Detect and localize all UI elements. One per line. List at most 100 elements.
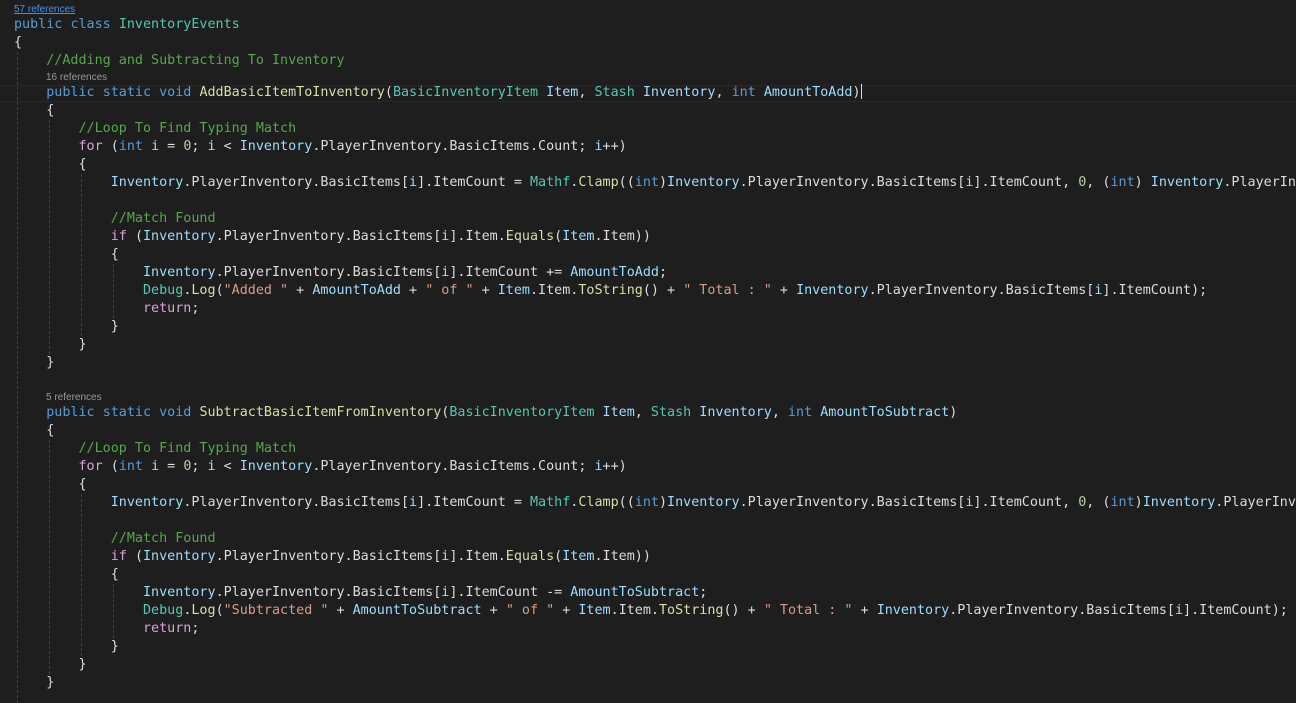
code-line[interactable]: { bbox=[14, 156, 86, 174]
punctuation-token bbox=[14, 459, 79, 474]
punctuation-token: < bbox=[215, 459, 240, 474]
keyword-token: int bbox=[731, 85, 764, 100]
identifier-token: i bbox=[594, 459, 603, 474]
code-line[interactable]: } bbox=[14, 656, 86, 674]
punctuation-token: } bbox=[14, 337, 87, 352]
punctuation-token: + bbox=[328, 603, 353, 618]
code-line[interactable]: if (Inventory.PlayerInventory.BasicItems… bbox=[14, 548, 651, 566]
code-line[interactable]: Inventory.PlayerInventory.BasicItems[i].… bbox=[14, 174, 1296, 192]
code-line[interactable]: { bbox=[14, 422, 54, 440]
class-references-codelens[interactable]: 57 references bbox=[14, 4, 75, 16]
identifier-token: Inventory bbox=[699, 405, 772, 420]
punctuation-token bbox=[14, 85, 46, 100]
code-line[interactable]: { bbox=[14, 476, 87, 494]
code-line[interactable]: //Loop To Find Typing Match bbox=[14, 120, 297, 138]
method-token: Equals bbox=[505, 549, 555, 564]
punctuation-token: ].ItemCount = bbox=[417, 495, 530, 510]
code-line[interactable]: //Loop To Find Typing Match bbox=[14, 440, 297, 458]
identifier-token: i bbox=[207, 139, 216, 154]
code-line[interactable]: { bbox=[14, 566, 119, 584]
punctuation-token: , ( bbox=[1086, 495, 1111, 510]
type-token: BasicInventoryItem bbox=[449, 405, 603, 420]
method-token: Log bbox=[191, 603, 216, 618]
code-line[interactable]: } bbox=[14, 638, 119, 656]
punctuation-token: ) bbox=[1134, 175, 1151, 190]
code-line[interactable]: } bbox=[14, 336, 87, 354]
method-token: Clamp bbox=[578, 175, 619, 190]
punctuation-token: = bbox=[159, 459, 184, 474]
punctuation-token bbox=[14, 603, 143, 618]
punctuation-token: } bbox=[14, 355, 55, 370]
method-token: ToString bbox=[659, 603, 724, 618]
identifier-token: Item bbox=[562, 549, 595, 564]
code-line[interactable]: for (int i = 0; i < Inventory.PlayerInve… bbox=[14, 138, 627, 156]
code-line[interactable]: return; bbox=[14, 620, 199, 638]
code-line[interactable]: for (int i = 0; i < Inventory.PlayerInve… bbox=[14, 458, 627, 476]
punctuation-token: } bbox=[14, 675, 55, 690]
code-editor[interactable]: 57 references 16 references 5 references… bbox=[0, 0, 1296, 703]
punctuation-token: } bbox=[14, 319, 119, 334]
identifier-token: Inventory bbox=[143, 585, 216, 600]
keyword-token: static bbox=[102, 405, 160, 420]
code-line[interactable]: public class InventoryEvents bbox=[14, 16, 240, 34]
control-keyword-token: return bbox=[143, 621, 192, 636]
code-line[interactable]: Debug.Log("Subtracted " + AmountToSubtra… bbox=[14, 602, 1288, 620]
punctuation-token bbox=[14, 121, 79, 136]
punctuation-token: + bbox=[401, 283, 426, 298]
punctuation-token: + bbox=[852, 603, 877, 618]
punctuation-token: .PlayerInventory.BasicItems[ bbox=[1215, 495, 1296, 510]
punctuation-token: ; bbox=[191, 139, 208, 154]
type-token: Stash bbox=[650, 405, 700, 420]
code-line[interactable]: if (Inventory.PlayerInventory.BasicItems… bbox=[14, 228, 651, 246]
code-line[interactable]: { bbox=[14, 246, 119, 264]
punctuation-token: ].ItemCount = bbox=[417, 175, 530, 190]
code-line[interactable]: public static void AddBasicItemToInvento… bbox=[14, 84, 862, 102]
identifier-token: Inventory bbox=[667, 495, 740, 510]
identifier-token: i bbox=[594, 139, 603, 154]
punctuation-token: .Item. bbox=[530, 283, 579, 298]
punctuation-token: .PlayerInventory.BasicItems.Count; bbox=[312, 139, 595, 154]
punctuation-token bbox=[14, 441, 79, 456]
identifier-token: Inventory bbox=[796, 283, 869, 298]
method-token: ToString bbox=[578, 283, 643, 298]
punctuation-token: , bbox=[634, 405, 651, 420]
punctuation-token bbox=[14, 211, 111, 226]
punctuation-token: { bbox=[14, 477, 87, 492]
code-line[interactable]: //Adding and Subtracting To Inventory bbox=[14, 52, 344, 70]
code-line[interactable]: Debug.Log("Added " + AmountToAdd + " of … bbox=[14, 282, 1207, 300]
identifier-token: Inventory bbox=[642, 85, 716, 100]
code-line[interactable]: } bbox=[14, 354, 54, 372]
punctuation-token: .Item. bbox=[610, 603, 659, 618]
punctuation-token: { bbox=[14, 567, 119, 582]
punctuation-token: ].ItemCount, bbox=[973, 495, 1079, 510]
identifier-token: Inventory bbox=[1142, 495, 1216, 510]
keyword-token: void bbox=[159, 405, 200, 420]
punctuation-token: ++) bbox=[602, 139, 627, 154]
code-line[interactable]: } bbox=[14, 674, 54, 692]
punctuation-token: ( bbox=[110, 459, 119, 474]
punctuation-token: , bbox=[715, 85, 732, 100]
string-token: "Added " bbox=[223, 283, 289, 298]
code-line[interactable]: { bbox=[14, 102, 54, 120]
code-line[interactable]: public static void SubtractBasicItemFrom… bbox=[14, 404, 957, 422]
code-line[interactable]: { bbox=[14, 34, 22, 52]
code-line[interactable]: Inventory.PlayerInventory.BasicItems[i].… bbox=[14, 264, 667, 282]
code-line[interactable]: //Match Found bbox=[14, 530, 216, 548]
type-token: Debug bbox=[143, 283, 184, 298]
identifier-token: i bbox=[207, 459, 216, 474]
punctuation-token: ( bbox=[215, 603, 224, 618]
punctuation-token: { bbox=[14, 103, 55, 118]
string-token: "Subtracted " bbox=[223, 603, 329, 618]
keyword-token: int bbox=[118, 139, 152, 154]
code-line[interactable]: return; bbox=[14, 300, 199, 318]
subtract-method-references-codelens[interactable]: 5 references bbox=[46, 392, 102, 404]
code-line[interactable]: Inventory.PlayerInventory.BasicItems[i].… bbox=[14, 494, 1296, 512]
identifier-token: Inventory bbox=[110, 175, 184, 190]
comment-token: //Match Found bbox=[110, 531, 216, 546]
type-token: Mathf bbox=[529, 175, 571, 190]
code-line[interactable]: //Match Found bbox=[14, 210, 216, 228]
type-token: Mathf bbox=[529, 495, 571, 510]
add-method-references-codelens[interactable]: 16 references bbox=[46, 72, 107, 84]
code-line[interactable]: Inventory.PlayerInventory.BasicItems[i].… bbox=[14, 584, 707, 602]
code-line[interactable]: } bbox=[14, 318, 119, 336]
